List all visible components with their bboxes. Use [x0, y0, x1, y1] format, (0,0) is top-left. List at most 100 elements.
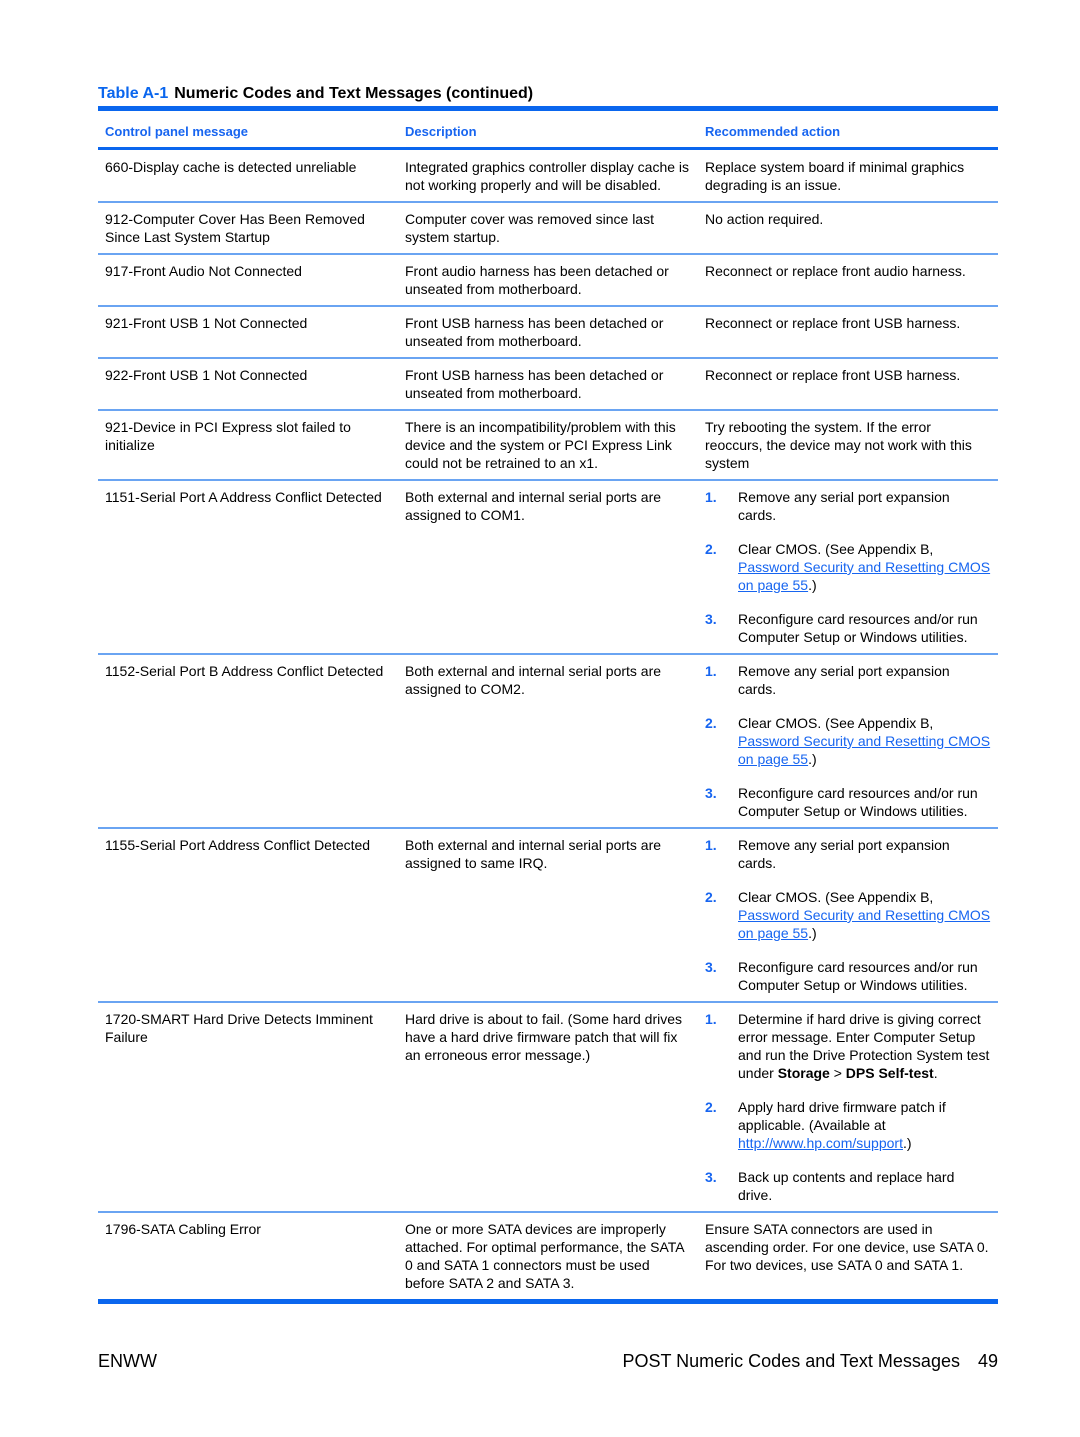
step-text: Reconfigure card resources and/or run Co… — [738, 959, 978, 993]
menu-storage: Storage — [777, 1065, 830, 1081]
cell-description: Hard drive is about to fail. (Some hard … — [398, 1002, 698, 1213]
step-text-end: .) — [808, 751, 817, 767]
action-steps: 1. Remove any serial port expansion cards… — [705, 662, 991, 820]
cross-reference-link[interactable]: Password Security and Resetting CMOS on … — [738, 733, 990, 767]
cell-message: 1796-SATA Cabling Error — [98, 1212, 398, 1304]
cross-reference-link[interactable]: Password Security and Resetting CMOS on … — [738, 559, 990, 593]
step-text: Back up contents and replace hard drive. — [738, 1169, 955, 1203]
action-step: 3. Reconfigure card resources and/or run … — [705, 784, 991, 820]
footer-left: ENWW — [98, 1351, 157, 1371]
cell-action: Ensure SATA connectors are used in ascen… — [698, 1212, 998, 1304]
table-row: 1151-Serial Port A Address Conflict Dete… — [98, 480, 998, 655]
cell-action: 1. Remove any serial port expansion cards… — [698, 480, 998, 655]
action-step: 1. Remove any serial port expansion cards… — [705, 836, 991, 872]
step-number: 2. — [705, 541, 717, 557]
step-text: Remove any serial port expansion cards. — [738, 663, 950, 697]
step-number: 1. — [705, 489, 717, 505]
cell-action: Reconnect or replace front audio harness… — [698, 254, 998, 307]
step-number: 1. — [705, 1011, 717, 1027]
cell-message: 921-Front USB 1 Not Connected — [98, 306, 398, 359]
action-step: 2. Clear CMOS. (See Appendix B, Password … — [705, 714, 991, 768]
action-step: 2. Clear CMOS. (See Appendix B, Password … — [705, 540, 991, 594]
step-number: 3. — [705, 1169, 717, 1185]
table-row: 1155-Serial Port Address Conflict Detect… — [98, 828, 998, 1003]
cell-action: 1. Remove any serial port expansion cards… — [698, 828, 998, 1003]
step-text-end: . — [933, 1065, 938, 1081]
step-number: 3. — [705, 959, 717, 975]
cell-description: One or more SATA devices are improperly … — [398, 1212, 698, 1304]
cell-message: 1151-Serial Port A Address Conflict Dete… — [98, 480, 398, 655]
cell-action: Try rebooting the system. If the error r… — [698, 410, 998, 481]
cell-action: 1. Remove any serial port expansion cards… — [698, 654, 998, 829]
action-steps: 1. Remove any serial port expansion cards… — [705, 488, 991, 646]
action-steps: 1. Remove any serial port expansion cards… — [705, 836, 991, 994]
table-row: 922-Front USB 1 Not Connected Front USB h… — [98, 358, 998, 411]
table-row: 1152-Serial Port B Address Conflict Dete… — [98, 654, 998, 829]
footer-right: POST Numeric Codes and Text Messages 49 — [622, 1351, 998, 1372]
step-number: 2. — [705, 1099, 717, 1115]
menu-dps-self-test: DPS Self-test — [845, 1065, 934, 1081]
step-text: Reconfigure card resources and/or run Co… — [738, 785, 978, 819]
step-text: Remove any serial port expansion cards. — [738, 489, 950, 523]
cell-action: 1. Determine if hard drive is giving corr… — [698, 1002, 998, 1213]
action-step: 1. Determine if hard drive is giving corr… — [705, 1010, 991, 1082]
cell-message: 1155-Serial Port Address Conflict Detect… — [98, 828, 398, 1003]
table-row: 1796-SATA Cabling Error One or more SATA … — [98, 1212, 998, 1304]
menu-separator: > — [829, 1065, 846, 1081]
cell-description: Front USB harness has been detached or u… — [398, 358, 698, 411]
cell-description: There is an incompatibility/problem with… — [398, 410, 698, 481]
step-text: Apply hard drive firmware patch if appli… — [738, 1099, 946, 1133]
step-text-end: .) — [902, 1135, 912, 1151]
table-row: 917-Front Audio Not Connected Front audio… — [98, 254, 998, 307]
step-number: 3. — [705, 611, 717, 627]
cell-action: Reconnect or replace front USB harness. — [698, 358, 998, 411]
table-row: 1720-SMART Hard Drive Detects Imminent F… — [98, 1002, 998, 1213]
cell-message: 917-Front Audio Not Connected — [98, 254, 398, 307]
cross-reference-link[interactable]: Password Security and Resetting CMOS on … — [738, 907, 990, 941]
cell-action: No action required. — [698, 202, 998, 255]
step-number: 1. — [705, 663, 717, 679]
page-footer: ENWW POST Numeric Codes and Text Message… — [98, 1351, 998, 1372]
table-caption: Table A-1 Numeric Codes and Text Messages… — [98, 85, 533, 103]
footer-section: POST Numeric Codes and Text Messages — [622, 1351, 960, 1371]
action-step: 2. Apply hard drive firmware patch if app… — [705, 1098, 991, 1152]
cell-message: 912-Computer Cover Has Been Removed Sinc… — [98, 202, 398, 255]
cell-action: Replace system board if minimal graphics… — [698, 148, 998, 203]
step-number: 2. — [705, 715, 717, 731]
table-row: 912-Computer Cover Has Been Removed Sinc… — [98, 202, 998, 255]
cell-description: Both external and internal serial ports … — [398, 480, 698, 655]
cell-description: Both external and internal serial ports … — [398, 654, 698, 829]
cell-description: Integrated graphics controller display c… — [398, 148, 698, 203]
action-step: 2. Clear CMOS. (See Appendix B, Password … — [705, 888, 991, 942]
cell-action: Reconnect or replace front USB harness. — [698, 306, 998, 359]
step-text: Clear CMOS. (See Appendix B, — [738, 541, 934, 557]
cell-description: Front USB harness has been detached or u… — [398, 306, 698, 359]
table-row: 921-Device in PCI Express slot failed to… — [98, 410, 998, 481]
step-text: Clear CMOS. (See Appendix B, — [738, 715, 934, 731]
step-text: Reconfigure card resources and/or run Co… — [738, 611, 978, 645]
step-number: 3. — [705, 785, 717, 801]
cell-description: Both external and internal serial ports … — [398, 828, 698, 1003]
cell-description: Computer cover was removed since last sy… — [398, 202, 698, 255]
header-description: Description — [398, 106, 698, 150]
codes-table: Control panel message Description Recomm… — [98, 106, 998, 1304]
action-step: 1. Remove any serial port expansion cards… — [705, 662, 991, 698]
table-label: Table A-1 — [98, 85, 169, 102]
table-title: Numeric Codes and Text Messages (continu… — [174, 85, 534, 102]
action-step: 1. Remove any serial port expansion cards… — [705, 488, 991, 524]
cross-reference-link[interactable]: http://www.hp.com/support — [738, 1135, 903, 1151]
cell-message: 660-Display cache is detected unreliable — [98, 148, 398, 203]
cell-message: 1152-Serial Port B Address Conflict Dete… — [98, 654, 398, 829]
step-number: 1. — [705, 837, 717, 853]
table-header-row: Control panel message Description Recomm… — [98, 106, 998, 150]
step-text-end: .) — [808, 577, 817, 593]
header-control-panel-message: Control panel message — [98, 106, 398, 150]
cell-description: Front audio harness has been detached or… — [398, 254, 698, 307]
step-text-end: .) — [808, 925, 817, 941]
table-row: 660-Display cache is detected unreliable… — [98, 148, 998, 203]
action-step: 3. Reconfigure card resources and/or run … — [705, 958, 991, 994]
step-text: Clear CMOS. (See Appendix B, — [738, 889, 934, 905]
step-text: Remove any serial port expansion cards. — [738, 837, 950, 871]
table-row: 921-Front USB 1 Not Connected Front USB h… — [98, 306, 998, 359]
action-steps: 1. Determine if hard drive is giving corr… — [705, 1010, 991, 1204]
